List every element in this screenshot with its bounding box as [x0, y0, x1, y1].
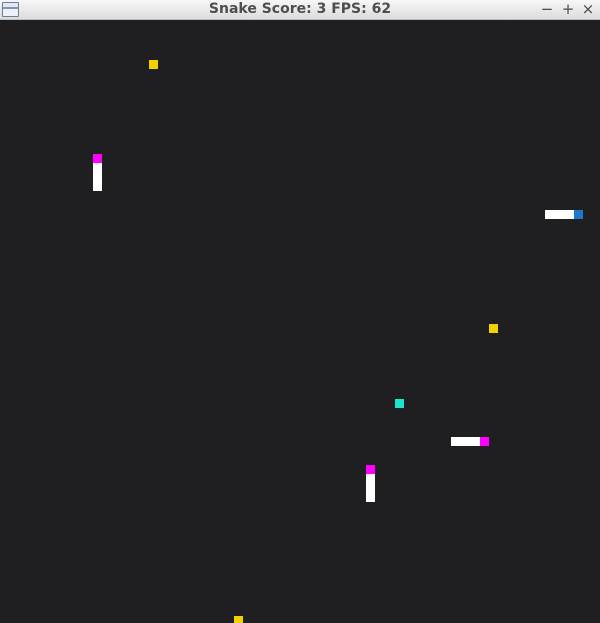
enemy-snake-3-head — [366, 465, 375, 474]
enemy-snake-1-head — [93, 154, 102, 163]
player-snake-body — [545, 210, 574, 219]
game-window: Snake Score: 3 FPS: 62 − + × — [0, 0, 600, 623]
close-button[interactable]: × — [579, 0, 597, 20]
game-board[interactable] — [0, 20, 600, 623]
food-item-1 — [149, 60, 158, 69]
maximize-button[interactable]: + — [559, 0, 577, 20]
food-item-3 — [234, 616, 243, 623]
minimize-button[interactable]: − — [538, 0, 556, 20]
enemy-snake-3-body — [366, 474, 375, 502]
player-snake-head — [574, 210, 583, 219]
window-title: Snake Score: 3 FPS: 62 — [208, 1, 392, 17]
bonus-item — [395, 399, 404, 408]
enemy-snake-1-body — [93, 163, 102, 191]
title-bar[interactable]: Snake Score: 3 FPS: 62 − + × — [0, 0, 600, 20]
enemy-snake-2-head — [480, 437, 489, 446]
enemy-snake-2-body — [451, 437, 480, 446]
food-item-2 — [489, 324, 498, 333]
